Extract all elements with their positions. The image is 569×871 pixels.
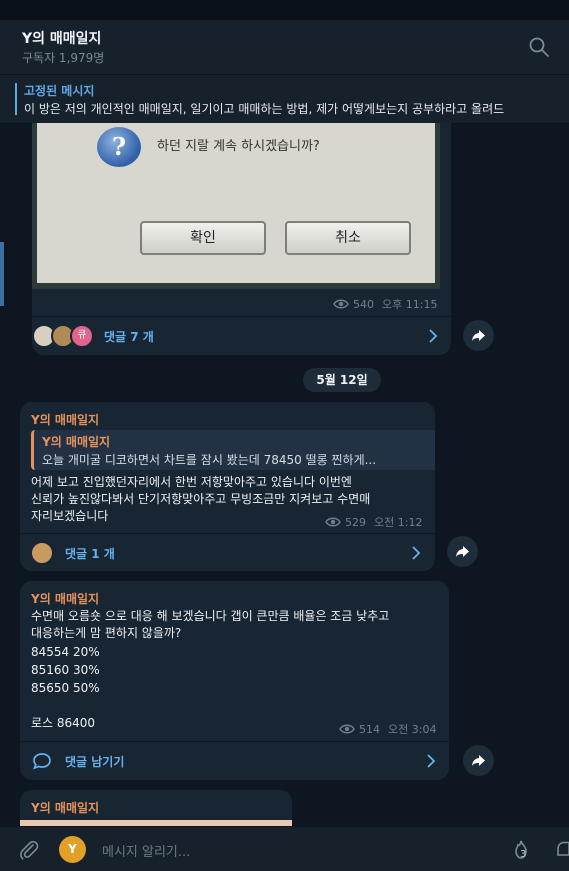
scroll-indicator[interactable] bbox=[0, 242, 4, 306]
message-line: 85160 30% bbox=[31, 663, 100, 677]
question-icon: ? bbox=[97, 127, 141, 167]
dialog-text: 하던 지랄 계속 하시겠습니까? bbox=[157, 139, 320, 154]
pinned-message-bar[interactable]: 고정된 메시지 이 방은 저의 개인적인 매매일지, 일기이고 매매하는 방법,… bbox=[0, 75, 569, 124]
chevron-right-icon[interactable] bbox=[411, 546, 421, 560]
message-post[interactable]: Y의 매매일지 Y의 매매일지 오늘 개미굴 디코하면서 차트를 잠시 봤는데 … bbox=[20, 402, 435, 571]
chevron-right-icon[interactable] bbox=[428, 329, 438, 343]
view-count: 529 bbox=[345, 515, 366, 529]
channel-header[interactable]: Y의 매매일지 구독자 1,979명 bbox=[0, 20, 569, 75]
window-top-strip bbox=[0, 0, 569, 20]
image-post-meta: 540 오후 11:15 bbox=[333, 296, 437, 312]
share-icon bbox=[472, 755, 485, 766]
comments-label[interactable]: 댓글 남기기 bbox=[65, 753, 124, 770]
post-time: 오후 11:15 bbox=[382, 298, 438, 311]
search-icon[interactable] bbox=[528, 36, 550, 58]
message-composer: Y 메시지 알리기... 3 bbox=[0, 826, 569, 871]
message-line: 자리보겠습니다 bbox=[31, 509, 109, 523]
boost-count: 3 bbox=[520, 849, 527, 860]
channel-title[interactable]: Y의 매매일지 bbox=[22, 28, 101, 48]
message-post[interactable]: Y의 매매일지 수면매 오름숏 으로 대응 해 보겠습니다 갭이 큰만큼 배율은… bbox=[20, 581, 449, 780]
message-line: 85650 50% bbox=[31, 681, 100, 695]
message-line: 신뢰가 높진않다봐서 단기저항맞아주고 무빙조금만 지켜보고 수면매 bbox=[31, 492, 371, 506]
pinned-text: 이 방은 저의 개인적인 매매일지, 일기이고 매매하는 방법, 제가 어떻게보… bbox=[24, 102, 505, 116]
date-separator: 5월 12일 bbox=[303, 368, 381, 392]
attach-icon[interactable] bbox=[18, 839, 40, 861]
views-icon bbox=[325, 517, 341, 527]
views-icon bbox=[339, 724, 355, 734]
reply-author: Y의 매매일지 bbox=[42, 435, 111, 449]
comment-bubble-icon bbox=[33, 753, 51, 770]
view-count: 514 bbox=[359, 722, 380, 736]
comments-row[interactable]: 큐 댓글 7 개 bbox=[32, 317, 451, 355]
comments-label[interactable]: 댓글 7 개 bbox=[104, 328, 154, 345]
message-line: 84554 20% bbox=[31, 645, 100, 659]
share-button[interactable] bbox=[463, 320, 494, 351]
view-count: 540 bbox=[353, 297, 374, 311]
post-meta: 514 오전 3:04 bbox=[339, 721, 436, 737]
post-time: 오전 1:12 bbox=[374, 516, 423, 529]
message-line: 로스 86400 bbox=[31, 716, 96, 730]
message-post[interactable]: Y의 매매일지 bbox=[20, 790, 292, 830]
post-meta: 529 오전 1:12 bbox=[325, 514, 422, 530]
bell-icon[interactable] bbox=[556, 839, 569, 861]
post-author[interactable]: Y의 매매일지 bbox=[31, 411, 99, 428]
dialog-cancel-button: 취소 bbox=[285, 221, 411, 255]
pinned-title: 고정된 메시지 bbox=[24, 84, 95, 98]
share-button[interactable] bbox=[447, 536, 478, 567]
message-line: 대응하는게 맘 편하지 않을까? bbox=[31, 626, 182, 640]
dialog-confirm-button: 확인 bbox=[140, 221, 266, 255]
share-icon bbox=[472, 330, 485, 341]
message-line: 어제 보고 진입했던자리에서 한번 저항맞아주고 있습니다 이번엔 bbox=[31, 475, 352, 489]
reply-quote[interactable]: Y의 매매일지 오늘 개미굴 디코하면서 차트를 잠시 봤는데 78450 떨롱… bbox=[31, 430, 435, 470]
share-button[interactable] bbox=[463, 745, 494, 776]
post-image[interactable]: ? 하던 지랄 계속 하시겠습니까? 확인 취소 bbox=[32, 123, 440, 289]
post-author[interactable]: Y의 매매일지 bbox=[31, 590, 99, 607]
message-input[interactable]: 메시지 알리기... bbox=[102, 841, 190, 860]
message-line: 수면매 오름숏 으로 대응 해 보겠습니다 갭이 큰만큼 배율은 조금 낮추고 bbox=[31, 609, 390, 623]
comments-label[interactable]: 댓글 1 개 bbox=[65, 545, 115, 562]
subscriber-count: 구독자 1,979명 bbox=[22, 51, 105, 65]
dialog-screenshot: ? 하던 지랄 계속 하시겠습니까? 확인 취소 bbox=[37, 123, 435, 283]
comments-row[interactable]: 댓글 남기기 bbox=[20, 742, 449, 780]
commenter-avatar: 큐 bbox=[70, 324, 94, 348]
post-time: 오전 3:04 bbox=[388, 723, 437, 736]
post-author[interactable]: Y의 매매일지 bbox=[31, 799, 99, 816]
commenter-avatar bbox=[30, 541, 54, 565]
reply-text: 오늘 개미굴 디코하면서 차트를 잠시 봤는데 78450 떨롱 찐하게... bbox=[42, 453, 377, 467]
share-icon bbox=[456, 546, 469, 557]
pinned-indicator bbox=[15, 83, 17, 115]
views-icon bbox=[333, 299, 349, 309]
comments-row[interactable]: 댓글 1 개 bbox=[20, 534, 435, 571]
chevron-right-icon[interactable] bbox=[426, 754, 436, 768]
send-as-avatar[interactable]: Y bbox=[59, 836, 86, 863]
